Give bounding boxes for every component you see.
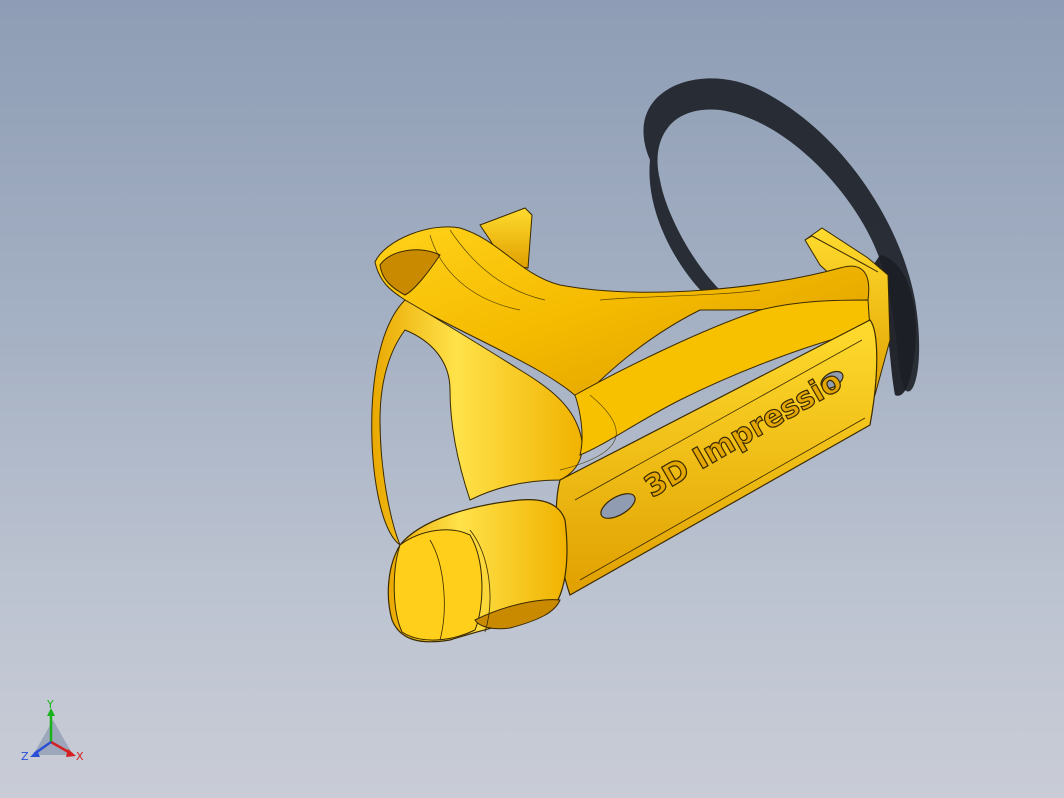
triad-z-label: Z: [21, 750, 29, 763]
triad-x-label: X: [76, 750, 84, 763]
view-triad[interactable]: Y X Z: [18, 700, 88, 770]
front-nose-face: [393, 529, 483, 641]
model-view[interactable]: 3D Impressio: [0, 0, 1064, 798]
triad-y-label: Y: [46, 700, 54, 711]
graphics-viewport[interactable]: 3D Impressio Y X Z: [0, 0, 1064, 798]
